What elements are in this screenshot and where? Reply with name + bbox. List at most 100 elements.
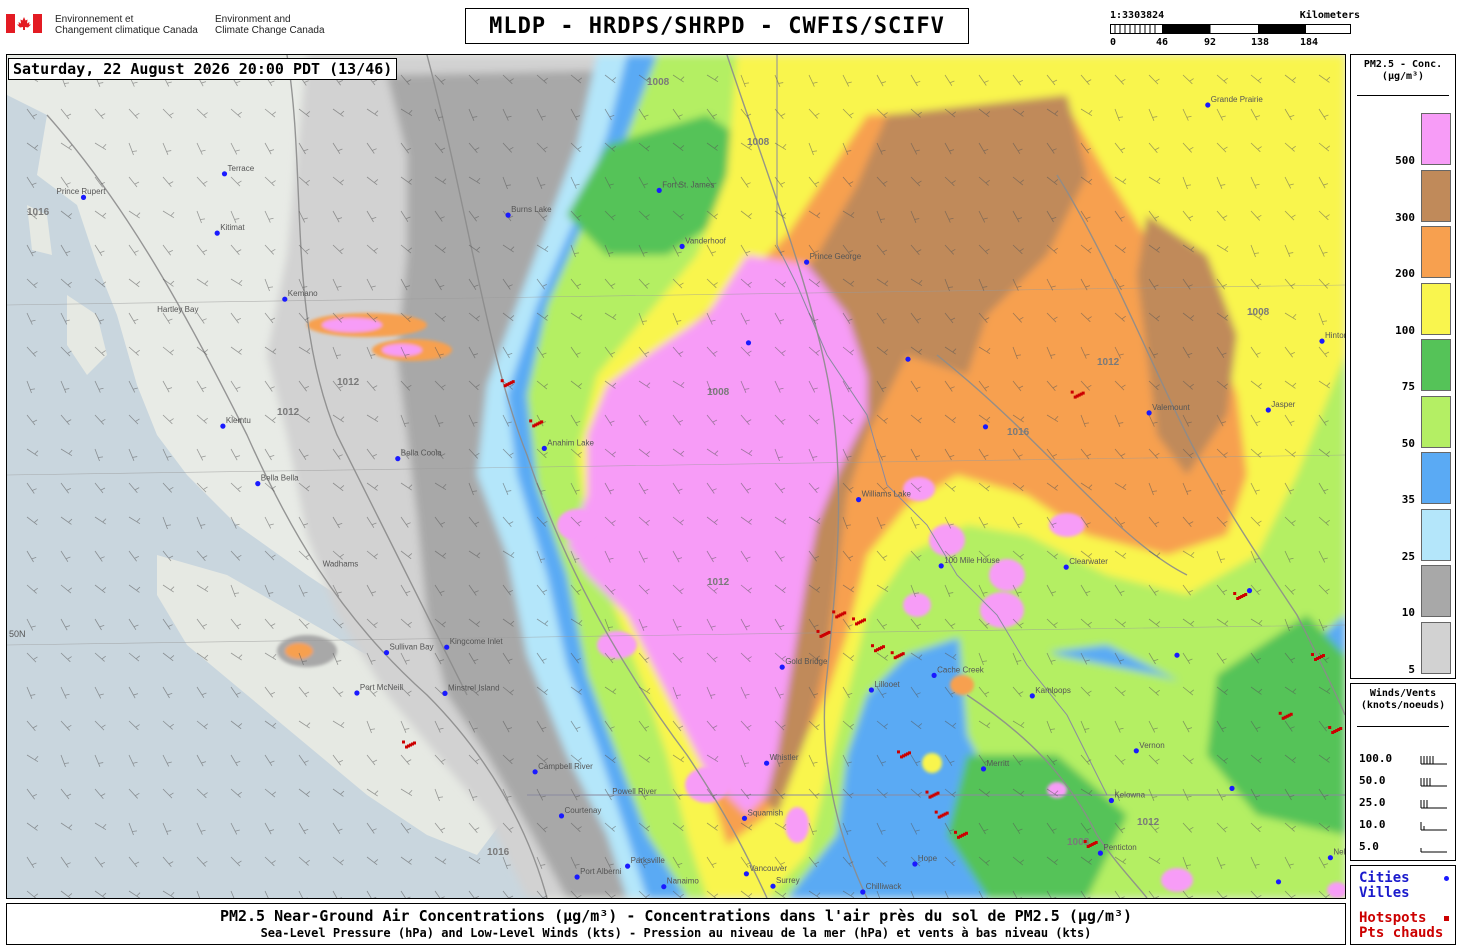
place-name: Hinton (1325, 331, 1345, 340)
scale-tick-184: 184 (1300, 37, 1319, 48)
canada-flag-icon (6, 14, 42, 33)
hotspot-square (928, 795, 932, 799)
hotspot-square (819, 634, 823, 638)
hotspot-square (954, 830, 957, 834)
winds-title-line2: (knots/noeuds) (1360, 700, 1446, 711)
city-dot (505, 212, 511, 218)
city-dot (804, 259, 810, 265)
place-name: Nelson (1333, 848, 1345, 857)
wind-speed-label: 100.0 (1359, 752, 1393, 765)
city-dot (354, 690, 360, 696)
city-dot (656, 187, 662, 193)
wind-barb-icon (1420, 756, 1447, 765)
place-name: Burns Lake (511, 205, 552, 214)
city-dot (860, 889, 866, 895)
place-name: Penticton (1103, 843, 1136, 852)
svg-text:1008: 1008 (1247, 307, 1270, 318)
agency-fr-line1: Environnement et (55, 14, 134, 25)
city-dot (1275, 879, 1282, 885)
place-name: Whistler (770, 753, 799, 762)
legend-swatch (1421, 226, 1451, 278)
scale-tick-46: 46 (1156, 37, 1169, 48)
legend-label: 10 (1401, 606, 1415, 619)
hotspot-square (532, 424, 536, 428)
legend-label: 300 (1395, 210, 1415, 224)
scale-tick-0: 0 (1110, 37, 1117, 48)
place-name: Wadhams (323, 559, 359, 568)
place-name: 100 Mile House (944, 556, 1000, 565)
place-name: Squamish (748, 808, 784, 817)
cities-label-fr: Villes (1359, 885, 1410, 901)
city-dot (779, 664, 785, 670)
legend-swatch (1421, 169, 1451, 222)
hotspots-label-fr: Pts chauds (1359, 925, 1444, 941)
city-dot (221, 171, 228, 177)
map-caption: PM2.5 Near-Ground Air Concentrations (μg… (6, 903, 1346, 945)
city-dot (558, 813, 565, 819)
city-dot (1108, 797, 1114, 804)
city-dot (1327, 855, 1333, 861)
place-name: Prince George (810, 252, 862, 261)
legend-label: 25 (1401, 549, 1415, 563)
city-dot (1229, 785, 1235, 792)
city-dot (980, 766, 987, 772)
legend-label: 50 (1401, 436, 1415, 450)
svg-text:1012: 1012 (337, 377, 360, 388)
place-name: Hope (918, 854, 938, 863)
hotspot-square (937, 815, 941, 819)
wind-speed-label: 5.0 (1359, 840, 1379, 853)
svg-text:1012: 1012 (707, 577, 730, 588)
city-dot-icon (1444, 876, 1449, 881)
hotspot-square (1331, 731, 1335, 734)
legend-label: 200 (1395, 267, 1415, 280)
legend-label: 500 (1395, 154, 1415, 167)
pm25-legend: PM2.5 - Conc. (μg/m³) 500 300 200 100 75 50 35… (1350, 54, 1456, 679)
valid-time-label: Saturday, 22 August 2026 20:00 PDT (13/4… (8, 58, 398, 80)
svg-text:1016: 1016 (1007, 427, 1030, 438)
city-dot (220, 423, 226, 429)
hotspot-square-icon (1444, 916, 1449, 921)
hotspot-square (925, 790, 929, 794)
legend-swatch (1421, 395, 1451, 448)
place-name: Nanaimo (667, 877, 700, 886)
place-name: Prince Rupert (57, 187, 107, 196)
city-dot (661, 884, 667, 890)
hotspot-square (1314, 658, 1317, 661)
city-dot (80, 194, 87, 200)
place-name: Sullivan Bay (390, 643, 434, 652)
city-dot (625, 863, 631, 869)
place-name: Valemount (1152, 403, 1190, 412)
place-name: Bella Bella (261, 474, 299, 483)
city-dot (1029, 693, 1035, 699)
city-dot (1246, 588, 1253, 594)
place-name: Cache Creek (937, 665, 985, 674)
caption-line2: Sea-Level Pressure (hPa) and Low-Level W… (260, 926, 1092, 940)
place-name: Kingcome Inlet (450, 637, 504, 646)
latitude-label: 50N (9, 629, 26, 639)
legend-label: 75 (1401, 380, 1415, 393)
legend-swatch (1421, 565, 1451, 617)
scale-unit: Kilometers (1299, 10, 1360, 21)
legend-title-line1: PM2.5 - Conc. (1363, 59, 1443, 70)
place-name: Gold Bridge (785, 657, 828, 666)
svg-text:1012: 1012 (1137, 817, 1160, 828)
place-name: Kelowna (1114, 791, 1145, 800)
city-dot (255, 481, 261, 487)
map-panel[interactable]: 1008 1008 1008 1008 1008 1012 1012 1012 … (6, 54, 1346, 899)
hotspot-square (874, 649, 877, 653)
hotspot-square (1070, 390, 1074, 394)
place-name: Minstrel Island (448, 683, 500, 692)
hotspot-square (816, 629, 820, 633)
city-dot (745, 340, 752, 346)
city-dot (741, 815, 748, 821)
hotspot-square (835, 615, 839, 619)
wind-barb-icon (1420, 822, 1447, 831)
place-name: Port McNeill (360, 683, 403, 692)
hotspot-square (1073, 395, 1077, 399)
hotspot-square (405, 745, 408, 749)
place-name: Fort St. James (662, 180, 714, 189)
legend-label: 100 (1395, 323, 1415, 337)
hotspot-square (1311, 653, 1314, 656)
hotspot-square (1278, 711, 1282, 715)
place-name: Hartley Bay (157, 305, 198, 314)
